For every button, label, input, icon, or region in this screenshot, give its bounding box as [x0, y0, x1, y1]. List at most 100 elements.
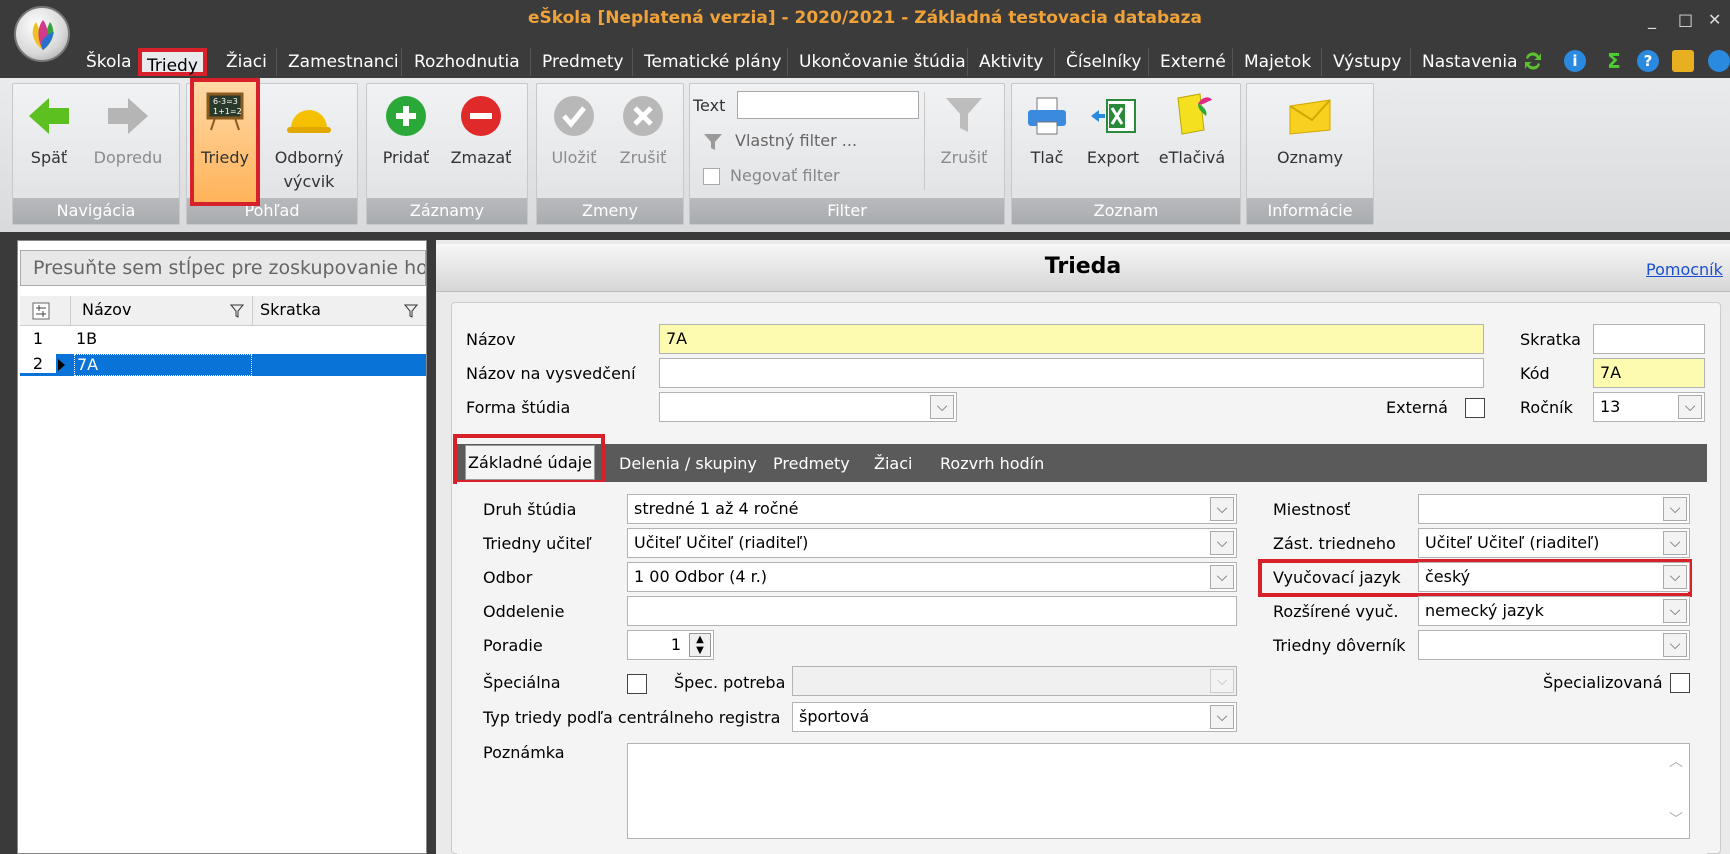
skratka-input[interactable]	[1593, 324, 1705, 354]
menu-predmety[interactable]: Predmety	[542, 52, 624, 72]
spec-potreba-select[interactable]: ⌵	[792, 666, 1237, 696]
chevron-down-icon[interactable]: ⌵	[1663, 633, 1687, 657]
menu-triedy[interactable]: Triedy	[138, 48, 207, 76]
vyucovaci-jazyk-select[interactable]: český ⌵	[1418, 562, 1690, 592]
column-chooser-icon[interactable]	[32, 302, 50, 320]
app-logo-icon[interactable]	[14, 6, 70, 62]
specializovana-checkbox[interactable]	[1670, 673, 1690, 693]
menu-vystupy[interactable]: Výstupy	[1333, 52, 1401, 72]
export-button[interactable]: Export	[1082, 90, 1144, 176]
menu-ciselniky[interactable]: Číselníky	[1066, 52, 1141, 72]
nazov-vysvedcenie-input[interactable]	[659, 358, 1484, 388]
cancel-changes-button[interactable]: Zrušiť	[612, 90, 674, 176]
scroll-down-icon[interactable]: ﹀	[1669, 806, 1683, 834]
menu-nastavenia[interactable]: Nastavenia	[1422, 52, 1518, 72]
menu-externe[interactable]: Externé	[1160, 52, 1226, 72]
save-label: Uložiť	[551, 148, 597, 167]
menu-aktivity[interactable]: Aktivity	[979, 52, 1043, 72]
groupby-drop-area[interactable]: Presuňte sem stĺpec pre zoskupovanie hod…	[20, 250, 426, 286]
forward-button[interactable]: Dopredu	[90, 90, 166, 176]
tab-predmety[interactable]: Predmety	[773, 454, 850, 473]
poznamka-textarea[interactable]: ︿ ﹀	[627, 743, 1690, 839]
menu-separator	[530, 48, 531, 76]
specialna-checkbox[interactable]	[627, 674, 647, 694]
save-button[interactable]: Uložiť	[544, 90, 604, 176]
minimize-button[interactable]: _	[1648, 10, 1656, 29]
tab-ziaci[interactable]: Žiaci	[874, 454, 912, 473]
specialna-label: Špeciálna	[483, 673, 561, 692]
triedny-dovernik-select[interactable]: ⌵	[1418, 630, 1690, 660]
odborny-vycvik-button[interactable]: Odborný výcvik	[268, 90, 350, 191]
help-icon[interactable]: ?	[1637, 50, 1659, 72]
menu-skola[interactable]: Škola	[86, 52, 132, 72]
column-header-nazov[interactable]: Názov	[82, 300, 131, 319]
miestnost-select[interactable]: ⌵	[1418, 494, 1690, 524]
column-header-skratka[interactable]: Skratka	[260, 300, 321, 319]
tab-rozvrh-hodin[interactable]: Rozvrh hodín	[940, 454, 1044, 473]
typ-triedy-select[interactable]: športová ⌵	[792, 702, 1237, 732]
cake-icon[interactable]	[1672, 50, 1694, 72]
menu-ukoncovanie-studia[interactable]: Ukončovanie štúdia	[799, 52, 966, 72]
triedy-view-button[interactable]: 6-3=3 1+1=2 Triedy	[190, 78, 260, 206]
chevron-down-icon[interactable]: ⌵	[930, 395, 954, 419]
sigma-icon[interactable]: Σ	[1603, 50, 1625, 72]
zast-triedneho-select[interactable]: Učiteľ Učiteľ (riaditeľ) ⌵	[1418, 528, 1690, 558]
forma-studia-select[interactable]: ⌵	[659, 392, 957, 422]
poradie-stepper[interactable]: 1 ▲ ▼	[627, 630, 714, 660]
nazov-input[interactable]: 7A	[659, 324, 1484, 354]
add-button[interactable]: Pridať	[376, 90, 436, 176]
menu-majetok[interactable]: Majetok	[1244, 52, 1311, 72]
oznamy-button[interactable]: Oznamy	[1268, 90, 1352, 176]
zast-triedneho-label: Zást. triedneho	[1273, 534, 1396, 553]
chevron-down-icon[interactable]: ⌵	[1663, 565, 1687, 589]
filter-icon[interactable]	[404, 304, 418, 318]
filter-text-label: Text	[693, 96, 726, 115]
triedny-ucitel-select[interactable]: Učiteľ Učiteľ (riaditeľ) ⌵	[627, 528, 1237, 558]
chevron-down-icon[interactable]: ⌵	[1210, 669, 1234, 693]
menu-ziaci[interactable]: Žiaci	[226, 52, 267, 72]
update-icon[interactable]	[1708, 50, 1730, 72]
spin-arrows-icon[interactable]: ▲ ▼	[689, 633, 711, 657]
help-link[interactable]: Pomocník	[1646, 260, 1723, 279]
chevron-down-icon[interactable]: ⌵	[1210, 497, 1234, 521]
tab-delenia-skupiny[interactable]: Delenia / skupiny	[619, 454, 757, 473]
odbor-select[interactable]: 1 00 Odbor (4 r.) ⌵	[627, 562, 1237, 592]
chevron-down-icon[interactable]: ⌵	[1210, 705, 1234, 729]
kod-input[interactable]: 7A	[1593, 358, 1705, 388]
etlaciva-button[interactable]: eTlačivá	[1152, 90, 1232, 176]
chevron-down-icon[interactable]: ⌵	[1663, 497, 1687, 521]
tab-zakladne-udaje[interactable]: Základné údaje	[465, 445, 595, 480]
negate-filter-checkbox[interactable]	[703, 168, 720, 185]
scroll-up-icon[interactable]: ︿	[1669, 748, 1683, 776]
chevron-down-icon[interactable]: ⌵	[1663, 531, 1687, 555]
menu-tematicke-plany[interactable]: Tematické plány	[644, 52, 782, 72]
chevron-down-icon[interactable]: ⌵	[1210, 565, 1234, 589]
druh-studia-select[interactable]: stredné 1 až 4 ročné ⌵	[627, 494, 1237, 524]
table-row-selected[interactable]: 2 7A	[20, 354, 426, 376]
close-button[interactable]: ✕	[1708, 10, 1721, 29]
filter-icon[interactable]	[230, 304, 244, 318]
menu-separator	[1321, 48, 1322, 76]
row-number: 2	[20, 354, 56, 373]
refresh-icon[interactable]	[1522, 50, 1544, 72]
delete-button[interactable]: Zmazať	[446, 90, 516, 176]
maximize-button[interactable]: □	[1678, 10, 1693, 29]
window-title: eŠkola [Neplatená verzia] - 2020/2021 - …	[528, 8, 1202, 28]
filter-text-input[interactable]	[737, 91, 919, 119]
back-button[interactable]: Späť	[24, 90, 74, 176]
table-row[interactable]: 1 1B	[20, 329, 426, 351]
clear-filter-button[interactable]: Zrušiť	[934, 90, 994, 176]
chevron-down-icon[interactable]: ⌵	[1210, 531, 1234, 555]
rozsirene-vyuc-select[interactable]: nemecký jazyk ⌵	[1418, 596, 1690, 626]
chevron-down-icon[interactable]: ⌵	[1678, 395, 1702, 419]
externa-checkbox[interactable]	[1465, 398, 1485, 418]
info-icon[interactable]: i	[1564, 50, 1586, 72]
oddelenie-input[interactable]	[627, 596, 1237, 626]
print-button[interactable]: Tlač	[1020, 90, 1074, 176]
custom-filter-button[interactable]: Vlastný filter ...	[735, 131, 857, 150]
chevron-down-icon[interactable]: ⌵	[1663, 599, 1687, 623]
menu-zamestnanci[interactable]: Zamestnanci	[288, 52, 399, 72]
rocnik-select[interactable]: 13 ⌵	[1593, 392, 1705, 422]
hardhat-icon	[287, 110, 331, 133]
menu-rozhodnutia[interactable]: Rozhodnutia	[414, 52, 520, 72]
